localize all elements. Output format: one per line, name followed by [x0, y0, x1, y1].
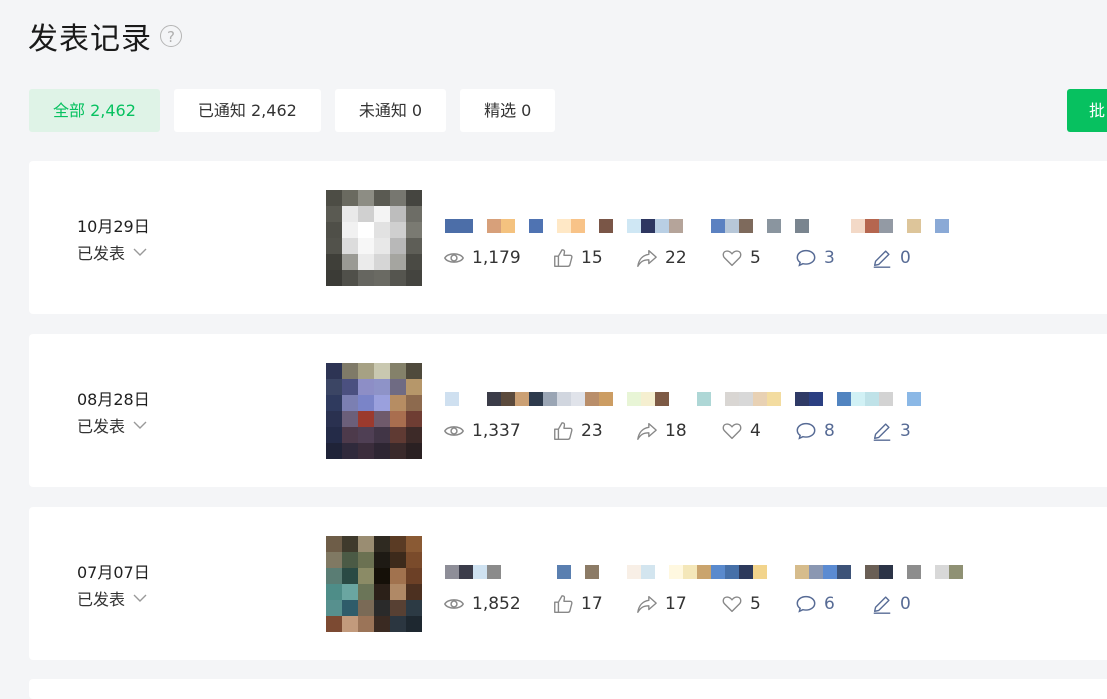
stat-shares-value: 22 — [665, 248, 687, 268]
chevron-down-icon — [133, 421, 147, 429]
page-title: 发表记录 — [28, 22, 152, 57]
post-status-label: 已发表 — [77, 590, 126, 609]
post-status-label: 已发表 — [77, 244, 126, 263]
comment-icon — [796, 249, 816, 267]
stat-shares: 22 — [636, 247, 721, 269]
post-date: 08月28日 — [77, 390, 150, 409]
stat-favorites: 5 — [721, 247, 795, 269]
stat-favorites: 5 — [721, 593, 795, 615]
post-card[interactable]: 10月29日 已发表 1,179 15 22 5 3 0 — [29, 161, 1107, 314]
stat-views: 1,179 — [443, 247, 552, 269]
help-icon[interactable]: ? — [160, 25, 182, 47]
heart-icon — [722, 423, 742, 440]
comment-icon — [796, 595, 816, 613]
eye-icon — [444, 253, 464, 263]
stat-edits-value: 0 — [900, 248, 911, 268]
pen-icon — [873, 250, 891, 268]
post-status-dropdown[interactable]: 已发表 — [77, 413, 147, 437]
stat-shares-value: 18 — [665, 421, 687, 441]
stat-comments[interactable]: 6 — [795, 593, 871, 615]
share-icon — [637, 249, 657, 267]
heart-icon — [722, 596, 742, 613]
post-stats: 1,337 23 18 4 8 3 — [443, 420, 931, 442]
post-title-blurred[interactable] — [445, 378, 1005, 406]
pen-icon — [873, 596, 891, 614]
page-header: 发表记录 ? — [28, 14, 182, 58]
post-stats: 1,179 15 22 5 3 0 — [443, 247, 931, 269]
share-icon — [637, 595, 657, 613]
stat-views-value: 1,179 — [472, 248, 521, 268]
stat-comments[interactable]: 3 — [795, 247, 871, 269]
tab-all[interactable]: 全部 2,462 — [29, 89, 160, 132]
stat-likes-value: 17 — [581, 594, 603, 614]
post-card[interactable]: 08月28日 已发表 1,337 23 18 4 8 3 — [29, 334, 1107, 487]
stat-likes: 17 — [552, 593, 636, 615]
share-icon — [637, 422, 657, 440]
stat-comments[interactable]: 8 — [795, 420, 871, 442]
stat-edits[interactable]: 3 — [871, 420, 931, 442]
stat-views: 1,852 — [443, 593, 552, 615]
tab-not-notified[interactable]: 未通知 0 — [334, 89, 447, 132]
stat-edits-value: 0 — [900, 594, 911, 614]
stat-views: 1,337 — [443, 420, 552, 442]
thumbs-up-icon — [554, 422, 573, 440]
stat-favorites-value: 4 — [750, 421, 761, 441]
post-thumbnail[interactable] — [326, 363, 422, 459]
eye-icon — [444, 599, 464, 609]
post-stats: 1,852 17 17 5 6 0 — [443, 593, 931, 615]
tab-featured[interactable]: 精选 0 — [460, 89, 556, 132]
stat-edits[interactable]: 0 — [871, 593, 931, 615]
pen-icon — [873, 423, 891, 441]
stat-comments-value: 3 — [824, 248, 835, 268]
stat-comments-value: 8 — [824, 421, 835, 441]
post-date: 07月07日 — [77, 563, 150, 582]
chevron-down-icon — [133, 594, 147, 602]
stat-comments-value: 6 — [824, 594, 835, 614]
post-title-blurred[interactable] — [445, 205, 1005, 233]
tab-notified[interactable]: 已通知 2,462 — [173, 89, 321, 132]
stat-favorites-value: 5 — [750, 594, 761, 614]
filter-tabs: 全部 2,462 已通知 2,462 未通知 0 精选 0 — [29, 89, 569, 132]
stat-views-value: 1,337 — [472, 421, 521, 441]
stat-shares: 18 — [636, 420, 721, 442]
comment-icon — [796, 422, 816, 440]
post-card[interactable]: 07月07日 已发表 1,852 17 17 5 6 0 — [29, 507, 1107, 660]
thumbs-up-icon — [554, 249, 573, 267]
stat-views-value: 1,852 — [472, 594, 521, 614]
eye-icon — [444, 426, 464, 436]
post-status-label: 已发表 — [77, 417, 126, 436]
post-card-partial — [29, 679, 1107, 699]
post-title-blurred[interactable] — [445, 551, 1005, 579]
stat-favorites: 4 — [721, 420, 795, 442]
heart-icon — [722, 250, 742, 267]
batch-button[interactable]: 批 — [1067, 89, 1107, 132]
post-date: 10月29日 — [77, 217, 150, 236]
stat-likes: 23 — [552, 420, 636, 442]
stat-edits-value: 3 — [900, 421, 911, 441]
stat-likes-value: 23 — [581, 421, 603, 441]
post-status-dropdown[interactable]: 已发表 — [77, 586, 147, 610]
stat-favorites-value: 5 — [750, 248, 761, 268]
chevron-down-icon — [133, 248, 147, 256]
post-thumbnail[interactable] — [326, 190, 422, 286]
stat-shares: 17 — [636, 593, 721, 615]
post-status-dropdown[interactable]: 已发表 — [77, 240, 147, 264]
stat-shares-value: 17 — [665, 594, 687, 614]
thumbs-up-icon — [554, 595, 573, 613]
stat-edits[interactable]: 0 — [871, 247, 931, 269]
stat-likes: 15 — [552, 247, 636, 269]
post-thumbnail[interactable] — [326, 536, 422, 632]
stat-likes-value: 15 — [581, 248, 603, 268]
